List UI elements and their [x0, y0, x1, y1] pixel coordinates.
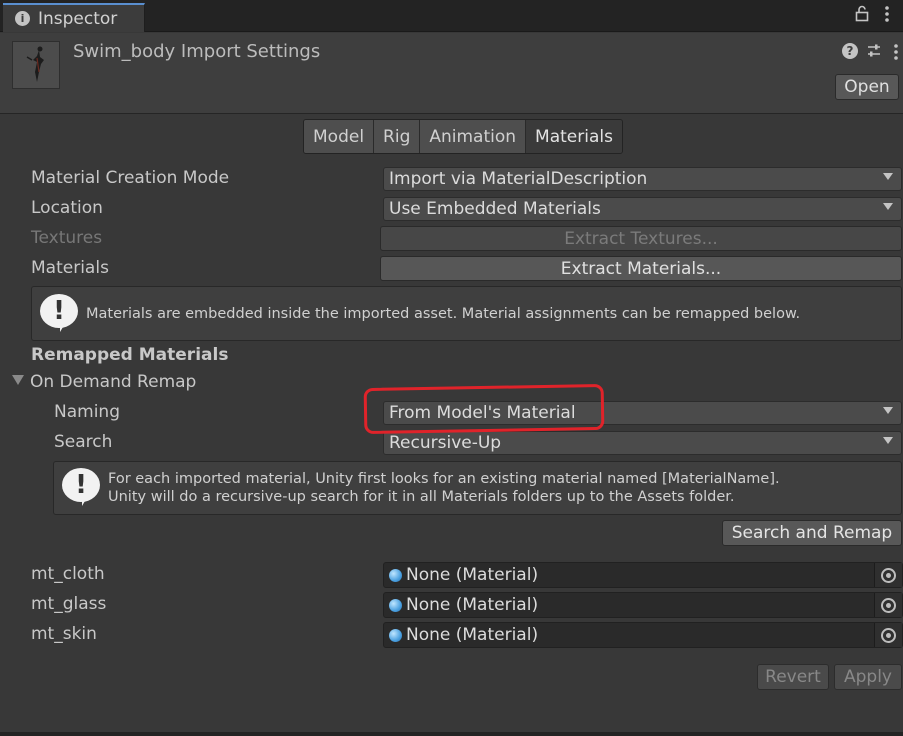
- chevron-down-icon: [883, 407, 893, 414]
- material-icon: [389, 598, 402, 612]
- on-demand-remap-foldout[interactable]: On Demand Remap: [12, 372, 196, 392]
- location-label: Location: [31, 198, 103, 218]
- textures-label: Textures: [31, 228, 103, 248]
- kebab-menu-icon[interactable]: [884, 5, 890, 28]
- object-picker-icon[interactable]: [874, 593, 902, 617]
- asset-title: Swim_body Import Settings: [73, 41, 321, 62]
- location-dropdown[interactable]: Use Embedded Materials: [383, 197, 902, 221]
- on-demand-remap-label: On Demand Remap: [30, 372, 197, 392]
- extract-materials-button[interactable]: Extract Materials...: [380, 256, 902, 281]
- material-creation-mode-label: Material Creation Mode: [31, 168, 230, 188]
- remap-info-line-2: Unity will do a recursive-up search for …: [108, 489, 735, 505]
- apply-button[interactable]: Apply: [834, 664, 902, 690]
- window-bottom-border: [0, 732, 903, 736]
- tab-materials[interactable]: Materials: [526, 120, 622, 153]
- warning-icon: !: [40, 294, 78, 332]
- asset-header: Swim_body Import Settings ? Open: [0, 33, 903, 114]
- search-value: Recursive-Up: [389, 433, 502, 453]
- chevron-down-icon: [883, 203, 893, 210]
- material-creation-mode-dropdown[interactable]: Import via MaterialDescription: [383, 167, 902, 191]
- object-picker-icon[interactable]: [874, 563, 902, 587]
- embedded-info-box: ! Materials are embedded inside the impo…: [31, 286, 902, 341]
- inspector-tab[interactable]: i Inspector: [3, 3, 145, 32]
- material-slot-label-cloth: mt_cloth: [31, 564, 105, 584]
- sliders-icon[interactable]: [866, 43, 882, 63]
- material-slot-field-glass[interactable]: None (Material): [383, 592, 903, 618]
- help-icon[interactable]: ?: [842, 43, 858, 59]
- tab-rig[interactable]: Rig: [374, 120, 421, 153]
- inspector-tab-bar: i Inspector: [0, 0, 903, 32]
- embedded-info-text: Materials are embedded inside the import…: [86, 306, 801, 322]
- revert-button[interactable]: Revert: [757, 664, 829, 690]
- remap-info-line-1: For each imported material, Unity first …: [108, 471, 780, 487]
- material-icon: [389, 628, 402, 642]
- remap-info-text: For each imported material, Unity first …: [108, 470, 780, 506]
- material-slot-value: None (Material): [406, 595, 539, 615]
- remapped-materials-heading: Remapped Materials: [31, 345, 229, 365]
- tab-animation[interactable]: Animation: [420, 120, 527, 153]
- search-dropdown[interactable]: Recursive-Up: [383, 431, 902, 455]
- info-icon: i: [15, 11, 30, 26]
- materials-label: Materials: [31, 258, 109, 278]
- inspector-tab-title: Inspector: [38, 8, 118, 29]
- search-and-remap-button[interactable]: Search and Remap: [722, 520, 902, 546]
- material-slot-field-skin[interactable]: None (Material): [383, 622, 903, 648]
- material-icon: [389, 568, 402, 582]
- chevron-down-icon: [883, 173, 893, 180]
- model-thumbnail: [12, 41, 60, 89]
- annotation-highlight: [363, 383, 605, 435]
- foldout-arrow-icon: [12, 375, 24, 385]
- warning-icon: !: [62, 468, 100, 506]
- search-label: Search: [54, 432, 113, 452]
- naming-label: Naming: [54, 402, 120, 422]
- object-picker-icon[interactable]: [874, 623, 902, 647]
- material-creation-mode-value: Import via MaterialDescription: [389, 169, 648, 189]
- material-slot-label-skin: mt_skin: [31, 624, 97, 644]
- lock-icon[interactable]: [855, 5, 869, 27]
- tab-model[interactable]: Model: [304, 120, 375, 153]
- material-slot-value: None (Material): [406, 565, 539, 585]
- material-slot-value: None (Material): [406, 625, 539, 645]
- location-value: Use Embedded Materials: [389, 199, 601, 219]
- import-tabs: Model Rig Animation Materials: [303, 119, 623, 154]
- open-button[interactable]: Open: [835, 74, 899, 100]
- material-slot-field-cloth[interactable]: None (Material): [383, 562, 903, 588]
- kebab-menu-icon[interactable]: [893, 43, 899, 65]
- remap-info-box: ! For each imported material, Unity firs…: [53, 461, 902, 515]
- material-slot-label-glass: mt_glass: [31, 594, 107, 614]
- extract-textures-button[interactable]: Extract Textures...: [380, 226, 902, 251]
- chevron-down-icon: [883, 437, 893, 444]
